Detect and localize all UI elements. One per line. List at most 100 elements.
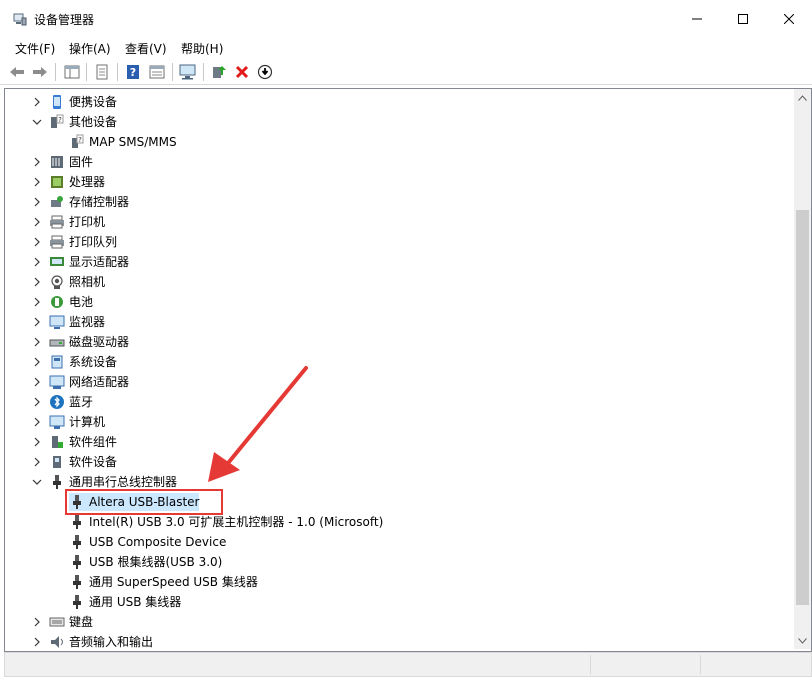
tree-category[interactable]: 便携设备: [5, 92, 785, 112]
printer-icon: [49, 214, 65, 230]
chevron-right-icon[interactable]: [31, 96, 43, 108]
computer-icon: [49, 414, 65, 430]
tree-category[interactable]: 系统设备: [5, 352, 785, 372]
unknown-device-icon: ?: [69, 134, 85, 150]
bluetooth-icon: [49, 394, 65, 410]
status-bar: [4, 652, 812, 677]
monitor-scan-icon[interactable]: [177, 61, 199, 83]
chevron-right-icon[interactable]: [31, 356, 43, 368]
tree-category[interactable]: 打印队列: [5, 232, 785, 252]
tree-item-label: 通用串行总线控制器: [69, 475, 178, 489]
maximize-button[interactable]: [720, 0, 766, 38]
chevron-right-icon[interactable]: [31, 316, 43, 328]
system-device-icon: [49, 354, 65, 370]
tree-device[interactable]: Altera USB-Blaster: [5, 489, 785, 515]
tree-item-label: 处理器: [69, 175, 106, 189]
menu-file[interactable]: 文件(F): [15, 40, 55, 57]
chevron-right-icon[interactable]: [31, 256, 43, 268]
title-bar: 设备管理器: [0, 0, 812, 38]
tree-category[interactable]: ? 其他设备: [5, 112, 785, 132]
network-adapter-icon: [49, 374, 65, 390]
back-arrow-icon[interactable]: [6, 61, 28, 83]
scroll-down-arrow-icon[interactable]: [794, 632, 811, 649]
battery-icon: [49, 294, 65, 310]
show-hide-console-tree-icon[interactable]: [61, 61, 83, 83]
scroll-up-arrow-icon[interactable]: [794, 89, 811, 106]
view-toggle-icon[interactable]: [146, 61, 168, 83]
properties-icon[interactable]: [91, 61, 113, 83]
chevron-right-icon[interactable]: [31, 396, 43, 408]
tree-category[interactable]: 软件设备: [5, 452, 785, 472]
firmware-icon: [49, 154, 65, 170]
usb-plug-icon: [69, 514, 85, 530]
menu-view[interactable]: 查看(V): [125, 40, 167, 57]
tree-item-label: 监视器: [69, 315, 106, 329]
tree-category[interactable]: 软件组件: [5, 432, 785, 452]
chevron-right-icon[interactable]: [31, 156, 43, 168]
chevron-right-icon[interactable]: [31, 296, 43, 308]
tree-device[interactable]: USB 根集线器(USB 3.0): [5, 552, 785, 572]
chevron-right-icon[interactable]: [31, 216, 43, 228]
chevron-down-icon[interactable]: [31, 476, 43, 488]
tree-category[interactable]: 照相机: [5, 272, 785, 292]
tree-item-label: 通用 USB 集线器: [89, 595, 182, 609]
svg-text:?: ?: [58, 116, 62, 124]
tree-device[interactable]: 通用 USB 集线器: [5, 592, 785, 612]
tree-item-label: 键盘: [69, 615, 94, 629]
tree-category[interactable]: 电池: [5, 292, 785, 312]
tree-category[interactable]: 计算机: [5, 412, 785, 432]
chevron-right-icon[interactable]: [31, 176, 43, 188]
tree-device[interactable]: ? MAP SMS/MMS: [5, 132, 785, 152]
chevron-right-icon[interactable]: [31, 636, 43, 648]
chevron-right-icon[interactable]: [31, 416, 43, 428]
device-tree[interactable]: 便携设备? 其他设备? MAP SMS/MMS 固件 处理器 存储控制器 打印机 打印队列 显示…: [4, 88, 812, 652]
keyboard-icon: [49, 614, 65, 630]
tree-category[interactable]: 蓝牙: [5, 392, 785, 412]
chevron-right-icon[interactable]: [31, 376, 43, 388]
tree-item-label: MAP SMS/MMS: [89, 135, 177, 149]
tree-category[interactable]: 显示适配器: [5, 252, 785, 272]
tree-category[interactable]: 磁盘驱动器: [5, 332, 785, 352]
tree-device[interactable]: 通用 SuperSpeed USB 集线器: [5, 572, 785, 592]
tree-item-label: 其他设备: [69, 115, 118, 129]
tree-item-label: 打印队列: [69, 235, 118, 249]
forward-arrow-icon[interactable]: [29, 61, 51, 83]
tree-category[interactable]: 网络适配器: [5, 372, 785, 392]
update-driver-icon[interactable]: [208, 61, 230, 83]
tree-category[interactable]: 存储控制器: [5, 192, 785, 212]
chevron-right-icon[interactable]: [31, 276, 43, 288]
chevron-right-icon[interactable]: [31, 456, 43, 468]
tree-category[interactable]: 固件: [5, 152, 785, 172]
tree-item-label: 网络适配器: [69, 375, 130, 389]
help-icon[interactable]: ?: [122, 61, 144, 83]
chevron-right-icon[interactable]: [31, 336, 43, 348]
menu-help[interactable]: 帮助(H): [181, 40, 223, 57]
tree-category[interactable]: 处理器: [5, 172, 785, 192]
status-divider: [590, 655, 591, 674]
tree-category[interactable]: 打印机: [5, 212, 785, 232]
chevron-right-icon[interactable]: [31, 196, 43, 208]
tree-category[interactable]: 音频输入和输出: [5, 632, 785, 651]
scroll-thumb[interactable]: [796, 210, 809, 605]
tree-device[interactable]: USB Composite Device: [5, 532, 785, 552]
processor-icon: [49, 174, 65, 190]
menu-bar: 文件(F) 操作(A) 查看(V) 帮助(H): [0, 38, 812, 58]
chevron-right-icon[interactable]: [31, 436, 43, 448]
uninstall-icon[interactable]: [231, 61, 253, 83]
display-adapter-icon: [49, 254, 65, 270]
menu-action[interactable]: 操作(A): [69, 40, 111, 57]
tree-category[interactable]: 键盘: [5, 612, 785, 632]
tree-device[interactable]: Intel(R) USB 3.0 可扩展主机控制器 - 1.0 (Microso…: [5, 512, 785, 532]
minimize-button[interactable]: [674, 0, 720, 38]
tree-category[interactable]: 监视器: [5, 312, 785, 332]
usb-plug-icon: [69, 574, 85, 590]
download-circle-icon[interactable]: [254, 61, 276, 83]
close-button[interactable]: [766, 0, 812, 38]
chevron-down-icon[interactable]: [31, 116, 43, 128]
portable-device-icon: [49, 94, 65, 110]
chevron-right-icon[interactable]: [31, 236, 43, 248]
vertical-scrollbar[interactable]: [794, 89, 811, 649]
camera-icon: [49, 274, 65, 290]
other-device-icon: ?: [49, 114, 65, 130]
chevron-right-icon[interactable]: [31, 616, 43, 628]
